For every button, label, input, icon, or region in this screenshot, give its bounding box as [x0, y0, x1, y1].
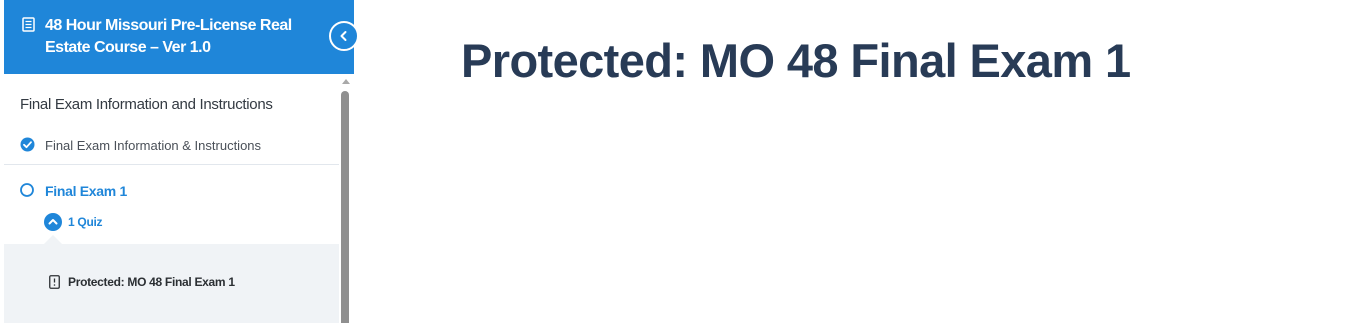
- scroll-up-arrow-icon[interactable]: [342, 79, 350, 84]
- chevron-left-icon: [340, 31, 347, 41]
- sidebar-content: Final Exam Information and Instructions …: [4, 74, 339, 323]
- quiz-document-icon: [49, 275, 60, 289]
- course-sidebar: 48 Hour Missouri Pre-License Real Estate…: [0, 0, 359, 323]
- course-document-icon: [22, 17, 35, 32]
- lesson-label: Final Exam Information & Instructions: [45, 138, 262, 153]
- page-title: Protected: MO 48 Final Exam 1: [461, 34, 1131, 87]
- check-circle-icon: [20, 137, 35, 152]
- lesson-item-final-exam-information[interactable]: Final Exam Information & Instructions: [4, 132, 339, 165]
- collapse-sidebar-button[interactable]: [329, 21, 359, 51]
- course-title[interactable]: 48 Hour Missouri Pre-License Real Estate…: [45, 15, 315, 59]
- scrollbar-thumb[interactable]: [341, 91, 349, 323]
- sidebar-scrollbar[interactable]: [339, 74, 354, 323]
- lesson-item-final-exam-1[interactable]: Final Exam 1: [4, 178, 339, 204]
- chevron-up-icon: [44, 213, 62, 231]
- sidebar-header: 48 Hour Missouri Pre-License Real Estate…: [4, 0, 354, 74]
- page: 48 Hour Missouri Pre-License Real Estate…: [0, 0, 1350, 323]
- quiz-list-panel: Protected: MO 48 Final Exam 1: [4, 235, 339, 323]
- quiz-item-label: Protected: MO 48 Final Exam 1: [68, 275, 235, 289]
- section-title: Final Exam Information and Instructions: [20, 96, 273, 113]
- panel-pointer: [44, 235, 62, 244]
- quiz-count-label: 1 Quiz: [68, 215, 103, 229]
- quiz-item[interactable]: Protected: MO 48 Final Exam 1: [4, 272, 339, 292]
- circle-outline-icon: [20, 183, 34, 197]
- lesson-label: Final Exam 1: [45, 183, 127, 199]
